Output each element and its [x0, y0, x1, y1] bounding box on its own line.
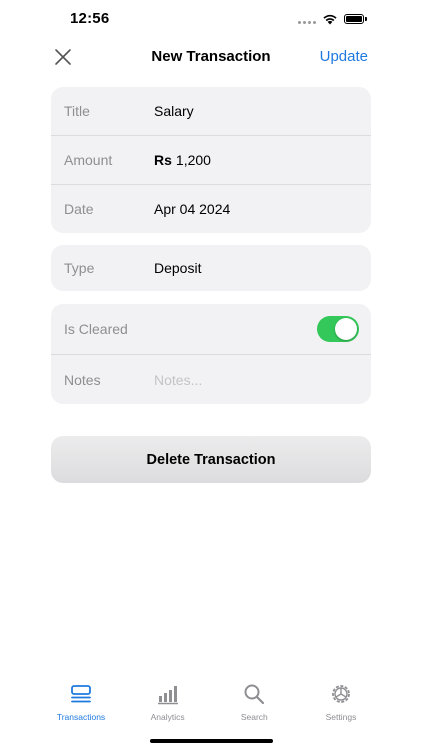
tab-analytics[interactable]: Analytics [125, 682, 211, 726]
tab-label: Search [240, 712, 268, 722]
wifi-icon [323, 14, 337, 25]
details-group: Title Salary Amount Rs 1,200 Date Apr 04 … [51, 87, 371, 233]
amount-label: Amount [64, 152, 113, 168]
notes-field[interactable]: Notes... [154, 372, 202, 388]
tab-transactions[interactable]: Transactions [38, 682, 124, 726]
battery-icon [344, 14, 367, 24]
title-field[interactable]: Salary [154, 103, 194, 119]
type-picker[interactable]: Deposit [154, 260, 201, 276]
search-icon [244, 684, 265, 705]
type-group: Type Deposit [51, 245, 371, 291]
type-label: Type [64, 260, 95, 276]
tab-label: Settings [325, 712, 357, 722]
delete-transaction-button[interactable]: Delete Transaction [51, 436, 371, 483]
toggle-knob [335, 318, 357, 340]
cleared-toggle[interactable] [317, 316, 359, 342]
analytics-icon [157, 686, 178, 705]
amount-field[interactable]: Rs 1,200 [154, 152, 211, 168]
notes-label: Notes [64, 371, 101, 388]
tab-bar: Transactions Analytics Search Settings [38, 682, 384, 726]
tab-search[interactable]: Search [211, 682, 297, 726]
cellular-signal-icon [298, 14, 316, 24]
transactions-icon [71, 685, 91, 703]
cleared-row: Is Cleared [51, 304, 371, 354]
title-row[interactable]: Title Salary [51, 87, 371, 135]
date-field[interactable]: Apr 04 2024 [154, 201, 230, 217]
extra-group: Is Cleared Notes Notes... [51, 304, 371, 404]
notes-row[interactable]: Notes Notes... [51, 354, 371, 404]
update-button[interactable]: Update [320, 48, 368, 65]
type-row[interactable]: Type Deposit [51, 245, 371, 291]
tab-label: Transactions [56, 712, 106, 722]
nav-bar: New Transaction Update [0, 40, 422, 74]
status-icons [298, 13, 367, 25]
currency-symbol: Rs [154, 152, 172, 168]
date-label: Date [64, 201, 94, 217]
amount-row[interactable]: Amount Rs 1,200 [51, 135, 371, 184]
tab-settings[interactable]: Settings [298, 682, 384, 726]
date-row[interactable]: Date Apr 04 2024 [51, 184, 371, 233]
status-time: 12:56 [70, 10, 110, 27]
settings-icon [332, 685, 350, 703]
title-label: Title [64, 103, 90, 119]
tab-label: Analytics [150, 712, 185, 722]
home-indicator[interactable] [150, 739, 273, 743]
amount-value: 1,200 [175, 152, 211, 168]
status-bar: 12:56 [0, 0, 422, 40]
cleared-label: Is Cleared [64, 321, 128, 337]
